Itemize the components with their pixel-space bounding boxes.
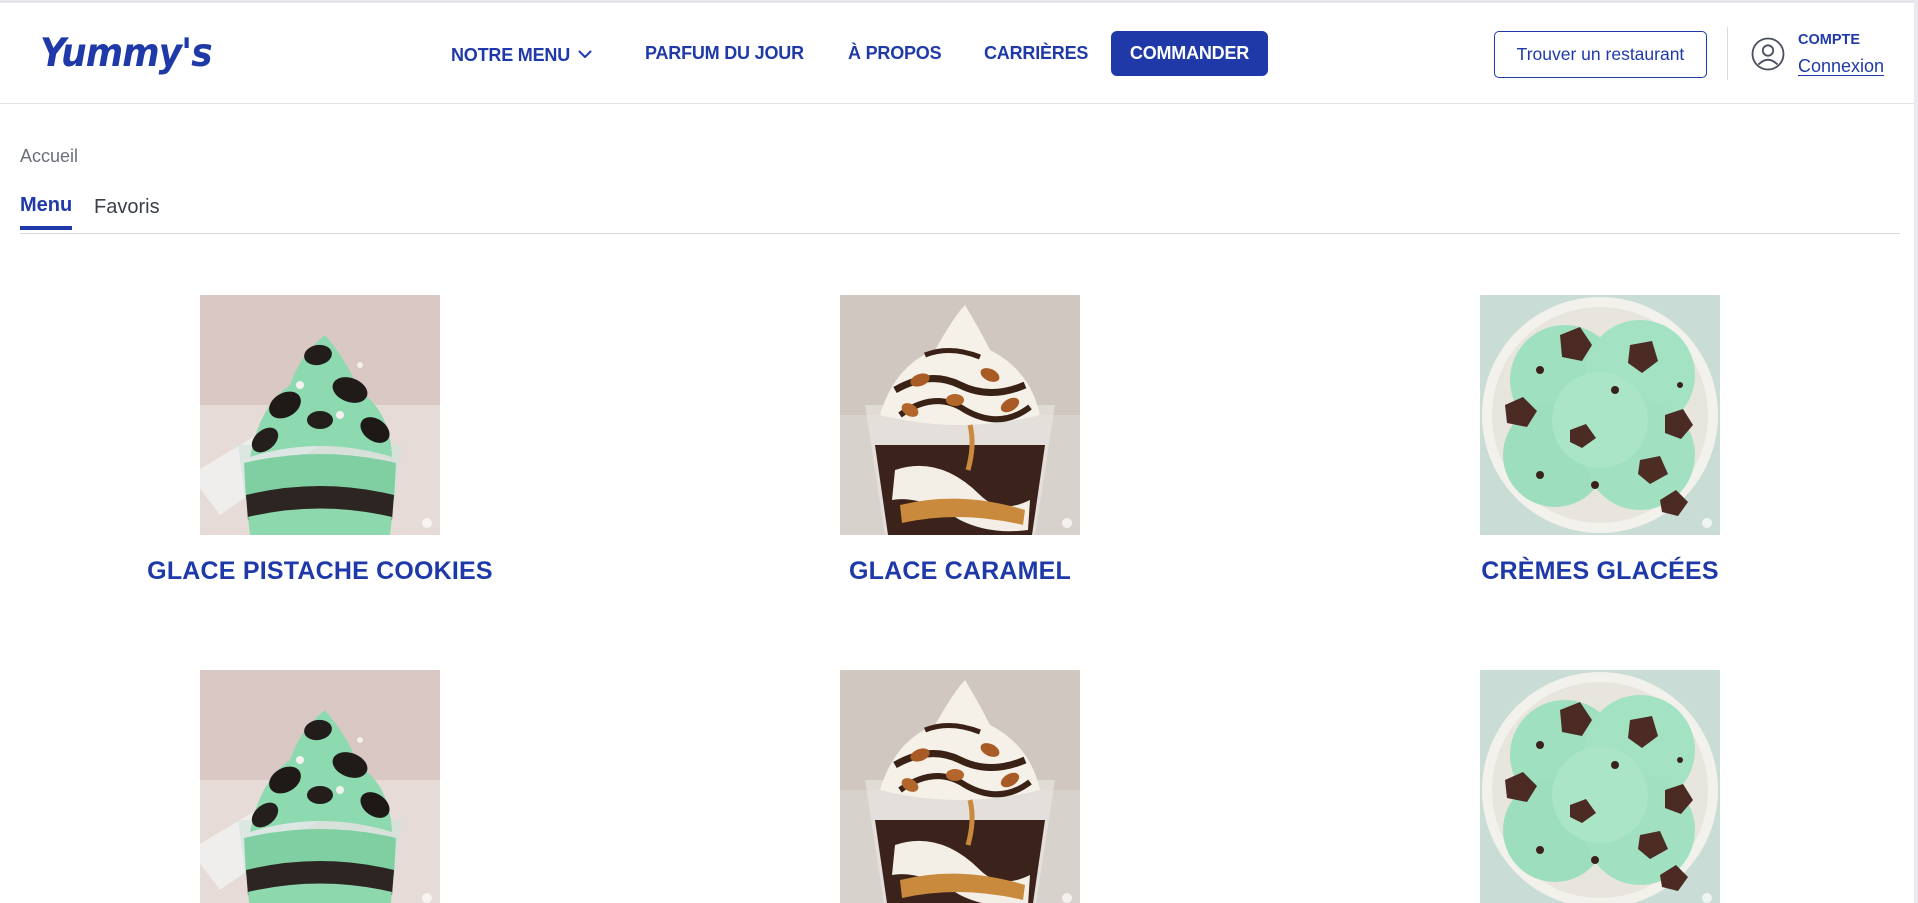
chevron-down-icon [578, 43, 592, 64]
find-restaurant-button[interactable]: Trouver un restaurant [1494, 31, 1707, 78]
caramel-sundae-image[interactable] [840, 295, 1080, 535]
user-account-icon[interactable] [1751, 37, 1785, 71]
product-card[interactable]: CRÈMES GLACÉES [1380, 295, 1820, 586]
product-name[interactable]: GLACE PISTACHE COOKIES [100, 557, 540, 586]
mint-cookie-sundae-image[interactable] [200, 670, 440, 903]
mint-ice-cream-bowl-image[interactable] [1480, 670, 1720, 903]
product-name[interactable]: CRÈMES GLACÉES [1380, 557, 1820, 586]
product-card[interactable] [740, 670, 1180, 903]
nav-notre-menu-label: NOTRE MENU [451, 45, 570, 65]
nav-parfum-du-jour[interactable]: PARFUM DU JOUR [645, 43, 804, 64]
login-link[interactable]: Connexion [1798, 56, 1884, 77]
tab-favoris[interactable]: Favoris [94, 196, 160, 229]
tab-bar: Menu Favoris [20, 190, 1900, 234]
mint-ice-cream-bowl-image[interactable] [1480, 295, 1720, 535]
order-button[interactable]: COMMANDER [1111, 31, 1268, 76]
tab-menu[interactable]: Menu [20, 194, 73, 230]
site-header: Yummy's NOTRE MENU PARFUM DU JOUR À PROP… [0, 3, 1918, 104]
nav-a-propos[interactable]: À PROPOS [848, 43, 942, 64]
product-name[interactable]: GLACE CARAMEL [740, 557, 1180, 586]
page: Yummy's NOTRE MENU PARFUM DU JOUR À PROP… [0, 0, 1918, 903]
mint-cookie-sundae-image[interactable] [200, 295, 440, 535]
header-divider [1727, 27, 1728, 80]
scrollbar[interactable] [1914, 0, 1918, 903]
nav-notre-menu[interactable]: NOTRE MENU [451, 43, 592, 66]
nav-carrieres[interactable]: CARRIÈRES [984, 43, 1088, 64]
product-card[interactable] [1380, 670, 1820, 903]
product-card[interactable]: GLACE PISTACHE COOKIES [100, 295, 540, 586]
main-nav: NOTRE MENU PARFUM DU JOUR À PROPOS CARRI… [0, 3, 1300, 104]
product-card[interactable] [100, 670, 540, 903]
account-title: COMPTE [1798, 32, 1861, 48]
product-card[interactable]: GLACE CARAMEL [740, 295, 1180, 586]
caramel-sundae-image[interactable] [840, 670, 1080, 903]
breadcrumb[interactable]: Accueil [20, 146, 78, 167]
